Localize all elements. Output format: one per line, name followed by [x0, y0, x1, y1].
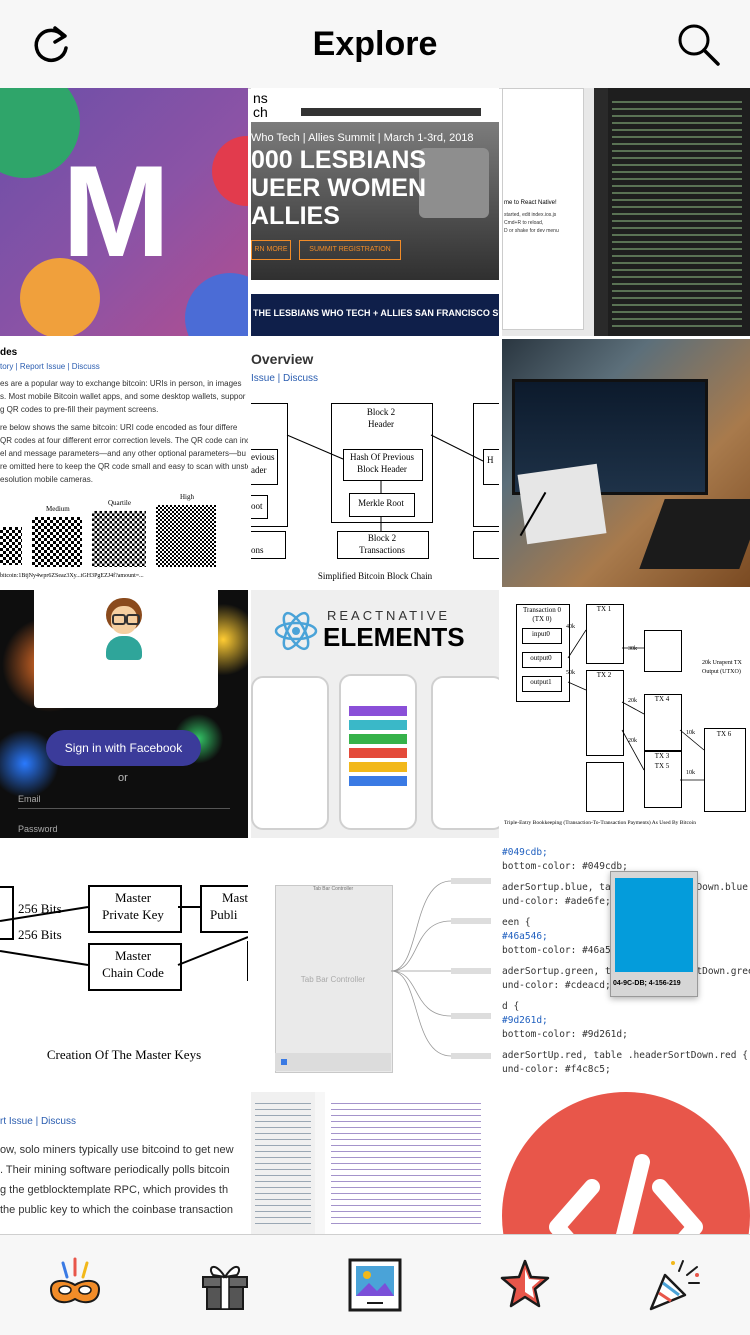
- css-line-4: und-color: #ade6fe;: [502, 896, 611, 907]
- summit-banner: THE LESBIANS WHO TECH + ALLIES SAN FRANC…: [253, 308, 499, 318]
- doc-text-7: re omitted here to keep the QR code smal…: [0, 462, 248, 471]
- headline-3: ALLIES: [251, 202, 340, 230]
- css-line-6: #46a546;: [502, 931, 548, 942]
- bookkeeping-caption: Triple-Entry Bookkeeping (Transaction-To…: [504, 820, 696, 826]
- search-icon[interactable]: [676, 22, 722, 68]
- gift-icon[interactable]: [195, 1255, 255, 1315]
- medium-logo: M: [62, 138, 171, 284]
- rn-line-1: started, edit index.ios.js: [504, 212, 557, 218]
- phone-mockup-2: [339, 674, 417, 830]
- grid-tile-triple-entry-bookkeeping[interactable]: Transaction 0 (TX 0) input0 output0 outp…: [502, 590, 750, 838]
- qr-label-quartile: Quartile: [108, 499, 131, 507]
- doc-links: tory | Report Issue | Discuss: [0, 362, 100, 371]
- brand-react-native: REACTNATIVE: [327, 608, 451, 623]
- star-icon[interactable]: [495, 1255, 555, 1315]
- grid-tile-mining-doc[interactable]: rt Issue | Discuss ow, solo miners typic…: [0, 1092, 248, 1234]
- grid-tile-blockchain-overview[interactable]: Overview Issue | Discuss evious ader oot…: [251, 339, 499, 587]
- doc-text-6: el and message parameters—and any other …: [0, 449, 246, 458]
- summit-subtitle: Who Tech | Allies Summit | March 1-3rd, …: [251, 132, 474, 144]
- qr-code-high: [156, 505, 216, 567]
- master-keys-caption: Creation Of The Master Keys: [46, 1047, 202, 1062]
- headline-1: 000 LESBIANS: [251, 146, 427, 174]
- party-popper-icon[interactable]: [645, 1255, 705, 1315]
- grid-tile-xcode[interactable]: [251, 1092, 499, 1234]
- email-label: Email: [18, 794, 41, 804]
- segue-lines: [390, 878, 491, 1059]
- code-lines: [612, 96, 742, 332]
- facebook-login-button: Sign in with Facebook: [46, 730, 201, 766]
- grid-tile-medium[interactable]: M: [0, 88, 248, 336]
- password-label: Password: [18, 824, 58, 834]
- registration-button: SUMMIT REGISTRATION: [299, 240, 401, 260]
- or-divider: or: [118, 772, 128, 784]
- color-swatch-popover: 04-9C-DB; 4-156-219: [610, 871, 698, 997]
- mask-icon[interactable]: [45, 1255, 105, 1315]
- qr-label-medium: Medium: [46, 505, 70, 513]
- rn-line-2: Cmd+R to reload,: [504, 220, 544, 226]
- react-atom-icon: [274, 611, 318, 651]
- css-line-11: #9d261d;: [502, 1015, 548, 1026]
- doc-text-3: g QR codes to pre-fill their payment scr…: [0, 405, 159, 414]
- mining-text-4: the public key to which the coinbase tra…: [0, 1204, 233, 1216]
- grid-tile-facebook-login[interactable]: Sign in with Facebook or Email Password: [0, 590, 248, 838]
- css-line-13: aderSortUp.red, table .headerSortDown.re…: [502, 1050, 748, 1061]
- picture-icon[interactable]: [345, 1255, 405, 1315]
- grid-tile-code-icon[interactable]: [502, 1092, 750, 1234]
- brand-elements: ELEMENTS: [323, 622, 465, 652]
- swatch-values: 04-9C-DB; 4-156-219: [613, 980, 681, 987]
- mining-doc-links: rt Issue | Discuss: [0, 1116, 76, 1127]
- avatar: [102, 596, 146, 660]
- doc-text-5: QR codes at four different error correct…: [0, 436, 248, 445]
- css-line-7: bottom-color: #46a546;: [502, 945, 628, 956]
- css-line-2: bottom-color: #049cdb;: [502, 861, 628, 872]
- site-logo-bottom: ch: [253, 104, 268, 120]
- navigation-bar: Explore: [0, 0, 750, 89]
- doc-text-4: re below shows the same bitcoin: URI cod…: [0, 423, 238, 432]
- block-arrows: [286, 434, 484, 531]
- phone-mockup-3: [431, 676, 499, 830]
- css-line-9: und-color: #cdeacd;: [502, 980, 611, 991]
- grid-tile-qr-codes-doc[interactable]: des tory | Report Issue | Discuss es are…: [0, 339, 248, 587]
- tx-arrows: [567, 629, 705, 781]
- doc-text-1: es are a popular way to exchange bitcoin…: [0, 379, 242, 388]
- css-line-1: #049cdb;: [502, 847, 548, 858]
- mining-text-3: g the getblocktemplate RPC, which provid…: [0, 1184, 229, 1196]
- qr-code-quartile: [92, 511, 146, 567]
- explore-grid: M ns ch Who Tech | Allies Summit | March…: [0, 88, 750, 1234]
- grid-tile-css-colors[interactable]: #049cdb; bottom-color: #049cdb; aderSort…: [502, 841, 750, 1089]
- doc-text-8: esolution mobile cameras.: [0, 475, 93, 484]
- grid-tile-tab-bar-controller[interactable]: Tab Bar Controller Tab Bar Controller: [251, 841, 499, 1089]
- css-line-5: een {: [502, 917, 531, 928]
- headline-2: UEER WOMEN: [251, 174, 426, 202]
- phone-mockup-1: [251, 676, 329, 830]
- qr-label-high: High: [180, 493, 194, 501]
- xcode-code-lines: [331, 1098, 481, 1228]
- grid-tile-react-native-elements[interactable]: REACTNATIVE ELEMENTS: [251, 590, 499, 838]
- qr-code-medium: [32, 517, 82, 567]
- learn-more-button: RN MORE: [251, 240, 291, 260]
- grid-tile-desk-photo[interactable]: [502, 339, 750, 587]
- css-line-14: und-color: #f4c8c5;: [502, 1064, 611, 1075]
- grid-tile-react-native-code[interactable]: me to React Native! started, edit index.…: [502, 88, 750, 336]
- blockchain-caption: Simplified Bitcoin Block Chain: [317, 571, 433, 581]
- doc-title: des: [0, 347, 18, 358]
- qr-caption: bitcoin:1BtjNy4wpr6ZSeaz3Xy...tGH3PgEZJ4…: [0, 573, 144, 579]
- mining-text-1: ow, solo miners typically use bitcoind t…: [0, 1144, 234, 1156]
- code-brackets-icon: [549, 1154, 703, 1234]
- doc-text-2: s. Most mobile Bitcoin wallet apps, and …: [0, 392, 246, 401]
- qr-code-low: [0, 527, 22, 565]
- code-badge-icon: [502, 1092, 750, 1234]
- file-tree: [255, 1098, 311, 1228]
- mining-text-2: . Their mining software periodically pol…: [0, 1164, 230, 1176]
- grid-tile-master-keys[interactable]: 256 Bits 256 Bits Master Private Key Mas…: [0, 841, 248, 1089]
- rn-line-3: D or shake for dev menu: [504, 228, 559, 234]
- css-line-10: d {: [502, 1001, 520, 1012]
- rn-welcome-text: me to React Native!: [504, 200, 557, 206]
- tab-bar: [0, 1234, 750, 1335]
- page-title: Explore: [312, 25, 438, 63]
- grid-tile-lesbians-who-tech[interactable]: ns ch Who Tech | Allies Summit | March 1…: [251, 88, 499, 336]
- css-line-12: bottom-color: #9d261d;: [502, 1029, 628, 1040]
